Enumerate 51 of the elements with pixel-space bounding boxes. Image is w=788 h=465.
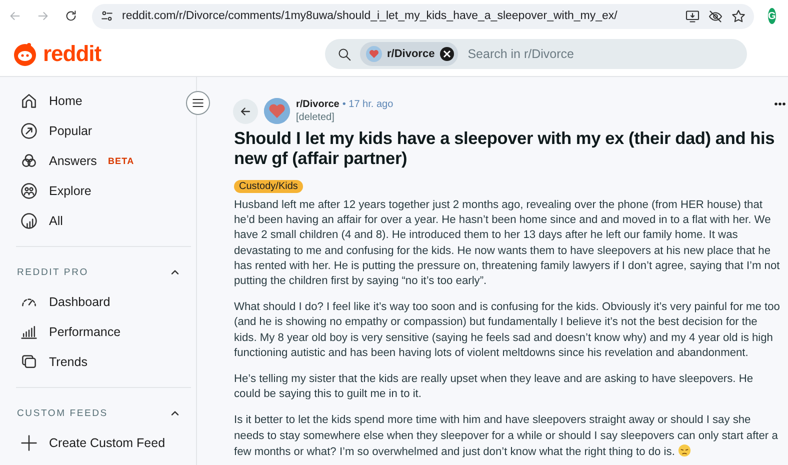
- chat-stack-icon: [20, 353, 38, 371]
- back-button[interactable]: [233, 98, 258, 124]
- sidebar-item[interactable]: Trends: [16, 347, 181, 377]
- flair-tag[interactable]: Custody/Kids: [234, 180, 303, 193]
- author-name: [deleted]: [296, 111, 336, 124]
- more-icon: [774, 102, 786, 106]
- reload-icon: [64, 9, 78, 23]
- close-icon: [442, 50, 451, 58]
- sidebar-item[interactable]: Performance: [16, 317, 181, 347]
- menu-button[interactable]: [186, 91, 210, 115]
- forward-arrow-icon: [36, 9, 50, 23]
- people-circle-icon: [20, 182, 38, 200]
- post-paragraph: What should I do? I feel like it’s way too soon and is confusing for the kids. Obviously it’s very painful for me too (and he is showing no empathy or compassion) but fundamentally I believe it’s not the best decision for the kids. My 8 year old boy is very sensitive (saying he feels sad and doesn’t know why) and my 4 year old is high functioning autistic and has been having lots of violent meltdowns since his revelation and abandonment.: [234, 300, 780, 361]
- chart-circle-icon: [20, 212, 38, 230]
- tune-icon: [100, 9, 114, 23]
- home-icon: [20, 92, 38, 110]
- eye-off-icon: [708, 8, 723, 24]
- beta-label: BETA: [108, 156, 134, 166]
- sidebar-item[interactable]: Answers BETA: [16, 146, 181, 176]
- sidebar-item[interactable]: Explore: [16, 176, 181, 206]
- more-button[interactable]: [774, 102, 786, 106]
- post-paragraph: Husband left me after 12 years together just 2 months ago, revealing over the phone (from HER house) that he’d been having an affair for over a year. He hasn’t been home since and and moved in to a flat with her. We have 2 small children (4 and 8). He introduced them to her 13 days after he left our family home. It was devastating to me and confusing for the kids. He now wants them to have sleepovers at his new place that he has rented with her. He is putting the pressure on, threatening family lawyers if I don’t agree, saying that I’m not putting the children first by saying “no it’s too early”.: [234, 198, 780, 290]
- post-time: • 17 hr. ago: [342, 98, 394, 111]
- subreddit-avatar[interactable]: [264, 98, 290, 124]
- sidebar-item[interactable]: Dashboard: [16, 287, 181, 317]
- url-text: reddit.com/r/Divorce/comments/1my8uwa/should_i_let_my_kids_have_a_sleepover_with_my_ex/: [122, 10, 618, 22]
- address-bar[interactable]: reddit.com/r/Divorce/comments/1my8uwa/should_i_let_my_kids_have_a_sleepover_with_my_ex/: [92, 4, 754, 28]
- back-arrow-icon: [8, 9, 22, 23]
- search-field[interactable]: r/Divorce Search in r/Divorce: [325, 39, 747, 69]
- install-icon: [685, 8, 700, 24]
- circles-icon: [20, 152, 38, 170]
- sidebar-item[interactable]: Popular: [16, 116, 181, 146]
- menu-icon: [191, 96, 205, 110]
- search-icon: [337, 46, 352, 62]
- post-title: Should I let my kids have a sleepover with my ex (their dad) and his new gf (affair partner): [234, 128, 776, 168]
- bar-chart-icon: [20, 323, 38, 341]
- section-heading: CUSTOM FEEDS: [17, 408, 108, 418]
- post-paragraph: He’s telling my sister that the kids are really upset when they leave and are asking to have sleepovers. He could be saying this to guilt me in to it.: [234, 372, 754, 402]
- sidebar-item[interactable]: Create Custom Feed: [16, 428, 181, 458]
- section-heading: REDDIT PRO: [17, 266, 88, 278]
- plus-icon: [20, 434, 38, 452]
- star-icon: [731, 8, 746, 24]
- back-arrow-icon: [239, 104, 252, 118]
- sidebar-item[interactable]: Home: [16, 86, 181, 116]
- close-button[interactable]: [440, 47, 454, 61]
- arrow-circle-icon: [20, 122, 38, 140]
- logo-icon[interactable]: [12, 41, 38, 67]
- subreddit-link[interactable]: r/Divorce: [296, 98, 340, 111]
- subreddit-chip[interactable]: r/Divorce: [360, 42, 458, 66]
- post-paragraph: Is it better to let the kids spend more time with him and have sleepovers straight away or should I say she needs to stay somewhere else when they sleepover for a while or should I say sleepovers can only start after a few months or what? I’m so overwhelmed and just don’t know what the right thing to do is.: [234, 413, 779, 460]
- sidebar-item[interactable]: All: [16, 206, 181, 236]
